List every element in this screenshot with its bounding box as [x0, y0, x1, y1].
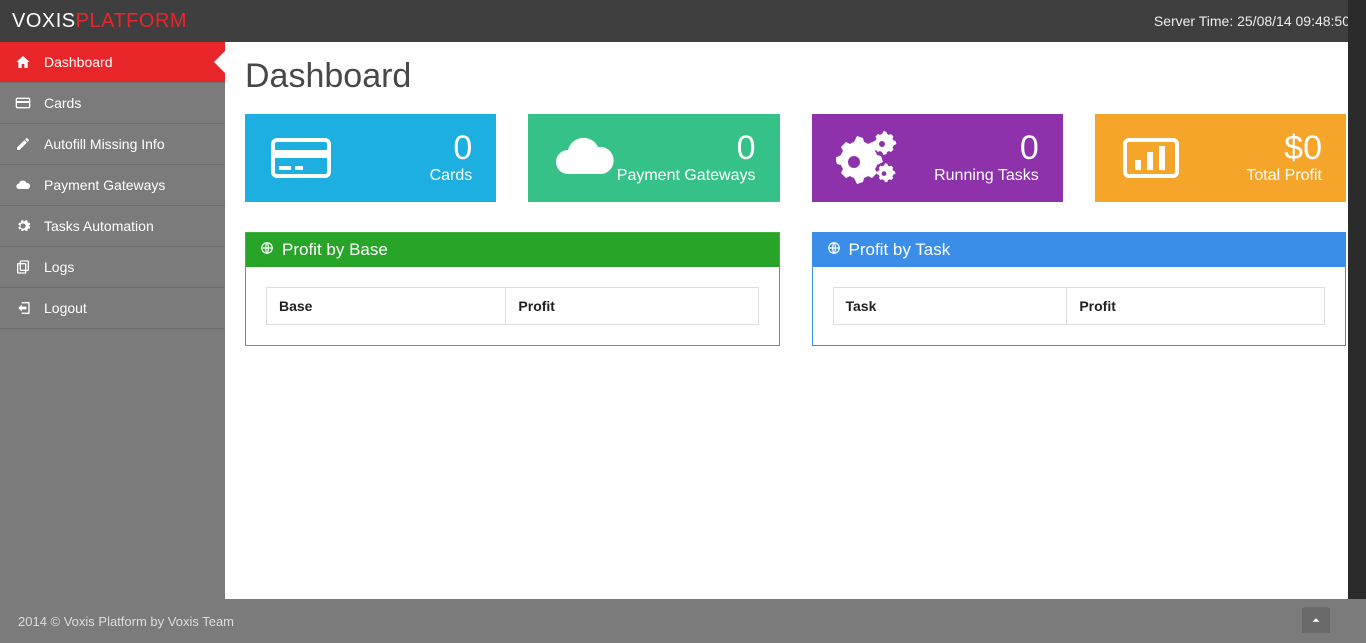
tile-gateways[interactable]: 0 Payment Gateways	[528, 114, 779, 202]
topbar: VOXISPLATFORM Server Time: 25/08/14 09:4…	[0, 0, 1366, 42]
chevron-up-icon	[1309, 613, 1323, 627]
profit-by-task-table: Task Profit	[833, 287, 1326, 325]
cloud-icon	[552, 130, 616, 186]
panels-row: Profit by Base Base Profit	[245, 232, 1346, 346]
table-header-row: Task Profit	[833, 288, 1325, 325]
credit-card-icon	[269, 130, 333, 186]
scroll-to-top-button[interactable]	[1302, 607, 1330, 633]
tile-tasks[interactable]: 0 Running Tasks	[812, 114, 1063, 202]
panel-header: Profit by Base	[246, 233, 779, 267]
gears-icon	[14, 217, 32, 235]
bar-chart-icon	[1119, 130, 1183, 186]
column-header: Profit	[506, 288, 758, 325]
sidebar-item-tasks[interactable]: Tasks Automation	[0, 206, 225, 247]
globe-icon	[827, 240, 841, 260]
footer: 2014 © Voxis Platform by Voxis Team	[0, 599, 1366, 643]
logout-icon	[14, 299, 32, 317]
main-content: Dashboard 0 Cards 0 Payment Gateways	[225, 42, 1366, 599]
page-scrollbar[interactable]	[1348, 0, 1366, 643]
sidebar-item-label: Cards	[44, 95, 81, 111]
panel-header: Profit by Task	[813, 233, 1346, 267]
sidebar-item-autofill[interactable]: Autofill Missing Info	[0, 124, 225, 165]
copy-icon	[14, 258, 32, 276]
home-icon	[14, 53, 32, 71]
sidebar-item-label: Logs	[44, 259, 74, 275]
brand-part2: PLATFORM	[76, 10, 187, 32]
panel-profit-by-task: Profit by Task Task Profit	[812, 232, 1347, 346]
brand-part1: VOXIS	[12, 10, 76, 32]
sidebar-item-dashboard[interactable]: Dashboard	[0, 42, 225, 83]
panel-title: Profit by Task	[849, 240, 951, 260]
sidebar-item-logs[interactable]: Logs	[0, 247, 225, 288]
tile-label: Payment Gateways	[617, 167, 756, 185]
server-time: Server Time: 25/08/14 09:48:50	[1154, 13, 1350, 29]
table-header-row: Base Profit	[267, 288, 759, 325]
sidebar-item-label: Tasks Automation	[44, 218, 154, 234]
cloud-icon	[14, 176, 32, 194]
sidebar-item-label: Payment Gateways	[44, 177, 165, 193]
sidebar-item-cards[interactable]: Cards	[0, 83, 225, 124]
tile-value: 0	[934, 131, 1039, 165]
tiles-row: 0 Cards 0 Payment Gateways	[245, 114, 1346, 202]
gears-icon	[836, 130, 900, 186]
column-header: Profit	[1067, 288, 1325, 325]
profit-by-base-table: Base Profit	[266, 287, 759, 325]
tile-label: Total Profit	[1246, 167, 1322, 185]
column-header: Task	[833, 288, 1067, 325]
tile-value: $0	[1246, 131, 1322, 165]
panel-title: Profit by Base	[282, 240, 388, 260]
tile-value: 0	[430, 131, 473, 165]
sidebar-item-label: Autofill Missing Info	[44, 136, 165, 152]
credit-card-icon	[14, 94, 32, 112]
sidebar-item-logout[interactable]: Logout	[0, 288, 225, 329]
sidebar-item-gateways[interactable]: Payment Gateways	[0, 165, 225, 206]
tile-label: Cards	[430, 167, 473, 185]
sidebar: Dashboard Cards Autofill Missing Info Pa…	[0, 42, 225, 599]
brand[interactable]: VOXISPLATFORM	[12, 10, 187, 33]
tile-label: Running Tasks	[934, 167, 1039, 185]
footer-text: 2014 © Voxis Platform by Voxis Team	[18, 614, 234, 629]
tile-profit[interactable]: $0 Total Profit	[1095, 114, 1346, 202]
panel-profit-by-base: Profit by Base Base Profit	[245, 232, 780, 346]
tile-cards[interactable]: 0 Cards	[245, 114, 496, 202]
column-header: Base	[267, 288, 506, 325]
sidebar-item-label: Logout	[44, 300, 87, 316]
sidebar-item-label: Dashboard	[44, 54, 113, 70]
tile-value: 0	[617, 131, 756, 165]
globe-icon	[260, 240, 274, 260]
page-title: Dashboard	[245, 57, 1346, 96]
edit-icon	[14, 135, 32, 153]
